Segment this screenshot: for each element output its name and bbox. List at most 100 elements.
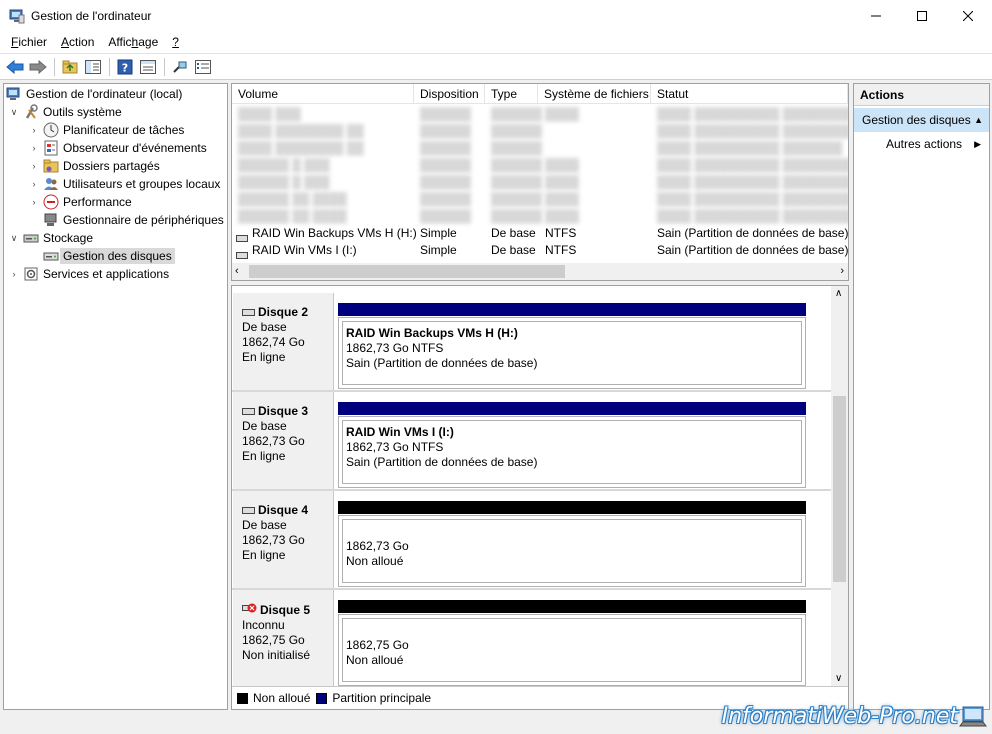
tree-item-device-manager[interactable]: Gestionnaire de périphériques (28, 211, 224, 229)
table-row-obscured: ██████ █ ███ ██████ ██████ ████ ████ ███████… (238, 158, 849, 172)
toolbar: ? (0, 53, 992, 80)
tree-item-services[interactable]: › Services et applications (8, 265, 170, 283)
legend-swatch-primary (316, 692, 328, 704)
scrollbar-thumb[interactable] (249, 265, 565, 278)
table-row[interactable]: RAID Win VMs I (I:) Simple De base NTFS … (232, 242, 848, 259)
tree-item-root[interactable]: Gestion de l'ordinateur (local) (6, 85, 182, 103)
action-disk-management[interactable]: Gestion des disques ▲ (854, 108, 989, 132)
collapse-up-icon[interactable]: ▲ (974, 108, 983, 132)
legend-swatch-unallocated (237, 692, 248, 704)
volume-icon (236, 247, 248, 264)
table-row-obscured: ████ ███ ██████ ██████ ████ ████ ██████████ … (238, 107, 849, 121)
chevron-right-icon[interactable]: › (28, 143, 40, 153)
tree-item-task-scheduler[interactable]: › Planificateur de tâches (28, 121, 184, 139)
horizontal-scrollbar[interactable]: ‹ › (232, 263, 848, 280)
scroll-up-icon[interactable]: ∧ (835, 288, 842, 299)
scroll-right-icon[interactable]: › (840, 265, 844, 277)
volume-list: Volume Disposition Type Système de fichi… (231, 83, 849, 281)
properties-view-icon[interactable] (137, 56, 159, 78)
unallocated-bar (338, 501, 806, 514)
window-title: Gestion de l'ordinateur (31, 8, 152, 23)
device-manager-icon (43, 212, 59, 228)
tree-item-storage[interactable]: ∨ Stockage (8, 229, 93, 247)
scrollbar-thumb[interactable] (833, 396, 846, 582)
storage-icon (23, 230, 39, 246)
forward-arrow-icon[interactable] (27, 56, 49, 78)
disk-graphical-view: Disque 2 De base 1862,74 Go En ligne RAI… (231, 285, 849, 710)
chevron-down-icon[interactable]: ∨ (8, 107, 20, 118)
help-icon[interactable]: ? (114, 56, 136, 78)
tree-item-performance[interactable]: › Performance (28, 193, 132, 211)
column-header-volume[interactable]: Volume (232, 84, 414, 104)
tools-icon (23, 104, 39, 120)
disk-4-label[interactable]: Disque 4 De base 1862,73 Go En ligne (233, 491, 334, 588)
disk-3-label[interactable]: Disque 3 De base 1862,73 Go En ligne (233, 392, 334, 489)
tree-item-local-users[interactable]: › Utilisateurs et groupes locaux (28, 175, 221, 193)
maximize-button[interactable] (899, 0, 945, 31)
laptop-logo-icon (958, 704, 988, 733)
close-button[interactable] (945, 0, 991, 31)
table-row-obscured: ██████ ██ ████ ██████ ██████ ████ ████ █████… (238, 192, 849, 206)
toolbar-separator (164, 57, 165, 76)
users-icon (43, 176, 59, 192)
disk-icon (242, 404, 255, 419)
tree-item-event-viewer[interactable]: › Observateur d'événements (28, 139, 207, 157)
navigation-tree: Gestion de l'ordinateur (local) ∨ Outils… (3, 83, 228, 710)
partition-block[interactable]: RAID Win Backups VMs H (H:) 1862,73 Go N… (338, 317, 806, 389)
services-icon (23, 266, 39, 282)
table-row[interactable]: RAID Win Backups VMs H (H:) Simple De ba… (232, 225, 848, 242)
partition-block[interactable]: RAID Win VMs I (I:) 1862,73 Go NTFS Sain… (338, 416, 806, 488)
unallocated-bar (338, 600, 806, 613)
action-more-actions[interactable]: Autres actions ▶ (854, 132, 989, 156)
event-log-icon (43, 140, 59, 156)
disk-5-label[interactable]: Disque 5 Inconnu 1862,75 Go Non initiali… (233, 590, 334, 687)
disk-error-icon (242, 602, 257, 618)
menu-view[interactable]: Affichage (101, 35, 165, 49)
minimize-button[interactable] (853, 0, 899, 31)
disk-2-label[interactable]: Disque 2 De base 1862,74 Go En ligne (233, 293, 334, 390)
back-arrow-icon[interactable] (4, 56, 26, 78)
scroll-left-icon[interactable]: ‹ (235, 265, 239, 277)
vertical-scrollbar[interactable]: ∧ ∨ (831, 286, 848, 686)
menu-help[interactable]: ? (165, 35, 186, 49)
connect-icon[interactable] (169, 56, 191, 78)
chevron-right-icon[interactable]: › (8, 269, 20, 279)
column-header-filesystem[interactable]: Système de fichiers (538, 84, 651, 104)
list-view-icon[interactable] (192, 56, 214, 78)
unallocated-block[interactable]: 1862,75 Go Non alloué (338, 614, 806, 686)
show-hide-tree-icon[interactable] (82, 56, 104, 78)
actions-header: Actions (854, 84, 989, 106)
partition-bar (338, 402, 806, 415)
column-header-status[interactable]: Statut (651, 84, 848, 104)
menu-file[interactable]: Fichier (4, 35, 54, 49)
column-header-type[interactable]: Type (485, 84, 538, 104)
toolbar-separator (109, 57, 110, 76)
actions-pane: Actions Gestion des disques ▲ Autres act… (853, 83, 990, 710)
up-folder-icon[interactable] (59, 56, 81, 78)
tree-item-disk-management[interactable]: Gestion des disques (28, 247, 175, 265)
computer-icon (6, 86, 22, 102)
title-bar: Gestion de l'ordinateur (0, 0, 992, 31)
menu-action[interactable]: Action (54, 35, 101, 49)
chevron-right-icon[interactable]: › (28, 179, 40, 189)
chevron-right-icon[interactable]: › (28, 125, 40, 135)
table-row-obscured: ██████ █ ███ ██████ ██████ ████ ████ ███████… (238, 175, 849, 189)
svg-text:?: ? (122, 61, 128, 74)
disk-3-area: RAID Win VMs I (I:) 1862,73 Go NTFS Sain… (336, 392, 808, 489)
chevron-right-icon[interactable]: › (28, 161, 40, 171)
disk-4-area: 1862,73 Go Non alloué (336, 491, 808, 588)
unallocated-block[interactable]: 1862,73 Go Non alloué (338, 515, 806, 587)
computer-management-icon (9, 8, 25, 24)
chevron-right-icon[interactable]: › (28, 197, 40, 207)
tree-item-system-tools[interactable]: ∨ Outils système (8, 103, 122, 121)
scroll-down-icon[interactable]: ∨ (835, 673, 842, 684)
disk-5-area: 1862,75 Go Non alloué (336, 590, 808, 687)
tree-item-shared-folders[interactable]: › Dossiers partagés (28, 157, 160, 175)
column-header-layout[interactable]: Disposition (414, 84, 485, 104)
disk-icon (242, 503, 255, 518)
performance-icon (43, 194, 59, 210)
chevron-down-icon[interactable]: ∨ (8, 233, 20, 244)
partition-bar (338, 303, 806, 316)
disk-management-icon (43, 248, 59, 264)
toolbar-separator (54, 57, 55, 76)
